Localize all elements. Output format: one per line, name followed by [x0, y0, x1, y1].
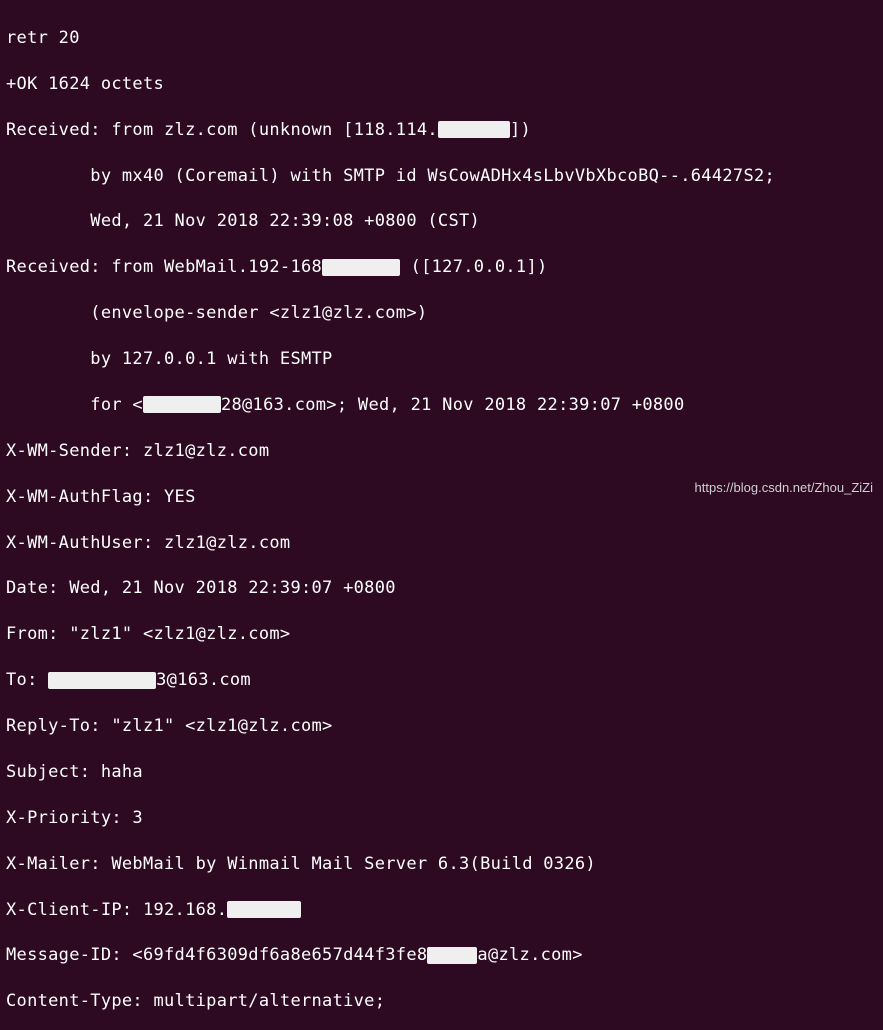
header-priority: X-Priority: 3 — [6, 807, 877, 830]
terminal-output: retr 20 +OK 1624 octets Received: from z… — [6, 4, 877, 1030]
watermark: https://blog.csdn.net/Zhou_ZiZi — [695, 479, 873, 497]
text-segment: ]) — [510, 120, 531, 140]
redacted-ip — [438, 121, 510, 138]
header-content-type: Content-Type: multipart/alternative; — [6, 990, 877, 1013]
text-segment: To: — [6, 670, 48, 690]
header-envelope-sender: (envelope-sender <zlz1@zlz.com>) — [6, 302, 877, 325]
header-message-id: Message-ID: <69fd4f6309df6a8e657d44f3fe8… — [6, 944, 877, 967]
header-date: Date: Wed, 21 Nov 2018 22:39:07 +0800 — [6, 577, 877, 600]
text-segment: X-Client-IP: 192.168. — [6, 900, 227, 920]
header-subject: Subject: haha — [6, 761, 877, 784]
header-reply-to: Reply-To: "zlz1" <zlz1@zlz.com> — [6, 715, 877, 738]
redacted-host — [322, 259, 400, 276]
header-for: for < 28@163.com>; Wed, 21 Nov 2018 22:39… — [6, 394, 877, 417]
text-segment: a@zlz.com> — [477, 945, 582, 965]
redacted-client-ip — [227, 901, 301, 918]
command-line: retr 20 — [6, 27, 877, 50]
response-ok: +OK 1624 octets — [6, 73, 877, 96]
header-mailer: X-Mailer: WebMail by Winmail Mail Server… — [6, 853, 877, 876]
text-segment: Received: from WebMail.192-168 — [6, 257, 322, 277]
text-segment: Received: from zlz.com (unknown [118.114… — [6, 120, 438, 140]
text-segment: ([127.0.0.1]) — [400, 257, 548, 277]
redacted-to-email — [48, 672, 156, 689]
text-segment: Message-ID: <69fd4f6309df6a8e657d44f3fe8 — [6, 945, 427, 965]
header-received-1-date: Wed, 21 Nov 2018 22:39:08 +0800 (CST) — [6, 210, 877, 233]
header-wm-sender: X-WM-Sender: zlz1@zlz.com — [6, 440, 877, 463]
header-wm-authuser: X-WM-AuthUser: zlz1@zlz.com — [6, 532, 877, 555]
header-by-esmtp: by 127.0.0.1 with ESMTP — [6, 348, 877, 371]
header-from: From: "zlz1" <zlz1@zlz.com> — [6, 623, 877, 646]
redacted-email — [143, 396, 221, 413]
header-received-1: Received: from zlz.com (unknown [118.114… — [6, 119, 877, 142]
header-received-2: Received: from WebMail.192-168 ([127.0.0… — [6, 256, 877, 279]
text-segment: 3@163.com — [156, 670, 251, 690]
redacted-msgid — [427, 947, 477, 964]
text-segment: for < — [6, 395, 143, 415]
text-segment: 28@163.com>; Wed, 21 Nov 2018 22:39:07 +… — [221, 395, 685, 415]
header-received-1-cont: by mx40 (Coremail) with SMTP id WsCowADH… — [6, 165, 877, 188]
header-client-ip: X-Client-IP: 192.168. — [6, 899, 877, 922]
header-to: To: 3@163.com — [6, 669, 877, 692]
